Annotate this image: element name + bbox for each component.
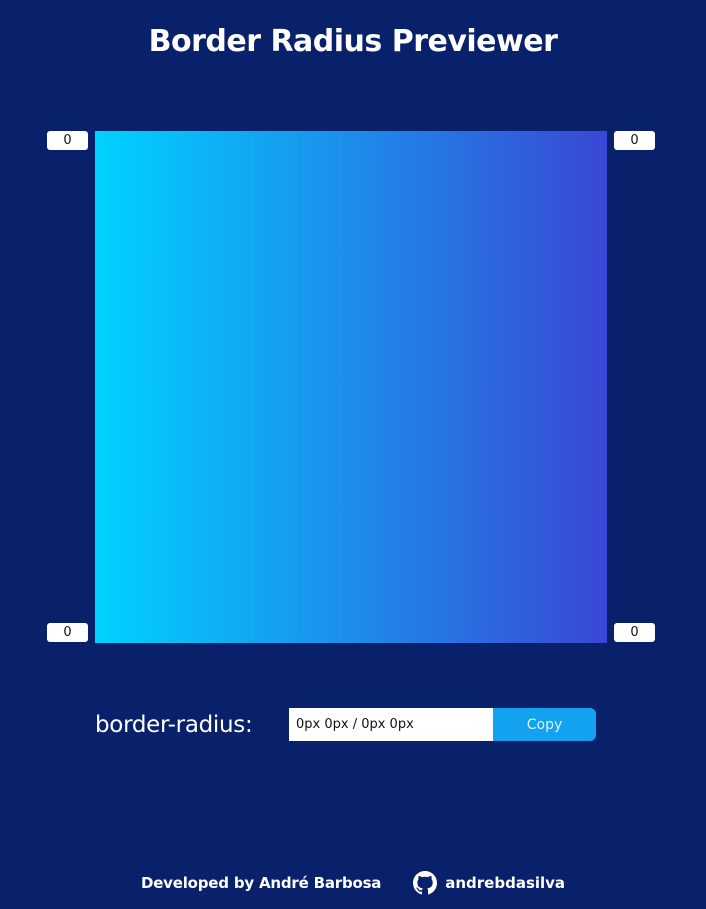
- css-output-row: border-radius: Copy: [95, 708, 596, 741]
- github-icon: [413, 871, 438, 895]
- copy-button[interactable]: Copy: [493, 708, 596, 741]
- github-link[interactable]: andrebdasilva: [413, 871, 565, 895]
- css-output-field[interactable]: [289, 708, 493, 741]
- bottom-right-radius-input[interactable]: [614, 623, 655, 642]
- radius-preview-box: [95, 131, 607, 643]
- bottom-left-radius-input[interactable]: [47, 623, 88, 642]
- developer-credit: Developed by André Barbosa: [140, 874, 382, 892]
- top-right-radius-input[interactable]: [614, 131, 655, 150]
- page-title: Border Radius Previewer: [148, 24, 558, 59]
- footer: Developed by André Barbosa andrebdasilva: [0, 868, 706, 898]
- output-label: border-radius:: [95, 711, 253, 738]
- top-left-radius-input[interactable]: [47, 131, 88, 150]
- github-username: andrebdasilva: [445, 874, 566, 892]
